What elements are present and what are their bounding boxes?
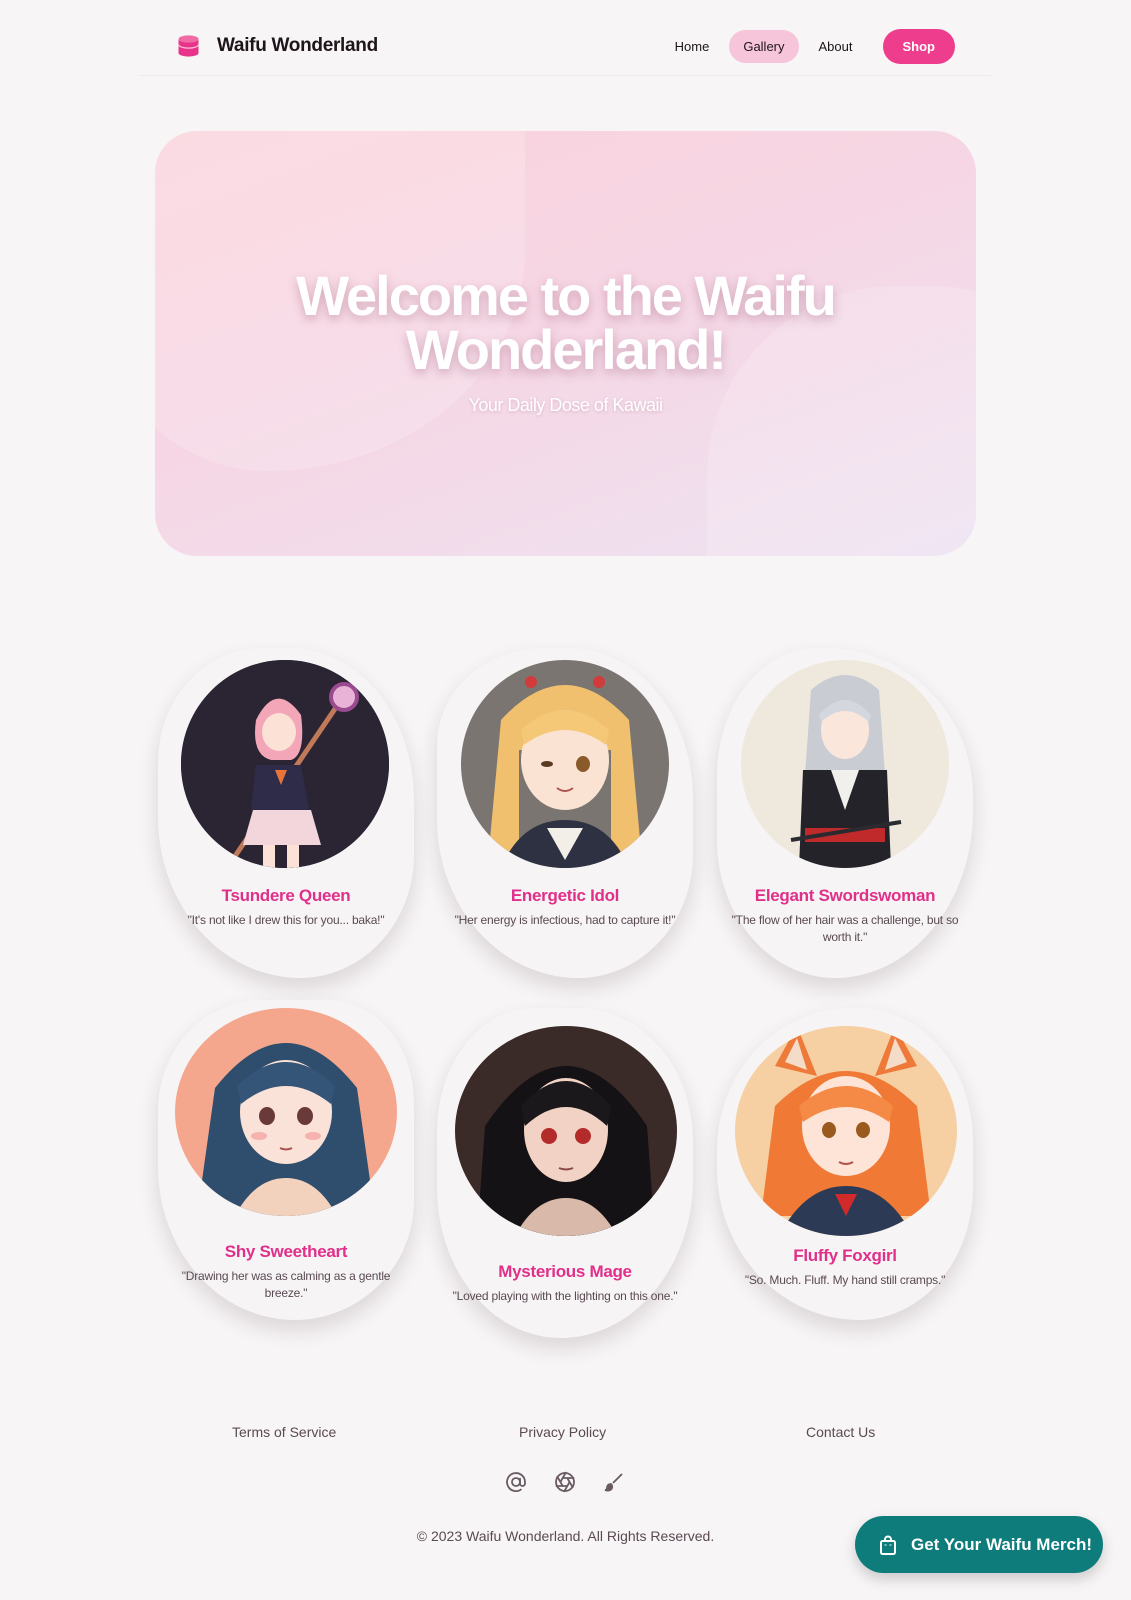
nav-gallery[interactable]: Gallery xyxy=(729,30,799,63)
character-quote: "So. Much. Fluff. My hand still cramps." xyxy=(744,1273,946,1287)
merch-button[interactable]: Get Your Waifu Merch! xyxy=(855,1516,1103,1573)
character-quote: "The flow of her hair was a challenge, b… xyxy=(731,913,959,944)
gallery-card[interactable]: Shy Sweetheart "Drawing her was as calmi… xyxy=(158,1000,414,1320)
character-quote: "Drawing her was as calming as a gentle … xyxy=(181,1269,391,1300)
footer-link-contact[interactable]: Contact Us xyxy=(806,1424,875,1440)
gallery-card[interactable]: Mysterious Mage "Loved playing with the … xyxy=(437,1008,693,1338)
main-nav: Home Gallery About Shop xyxy=(655,29,955,64)
character-name: Energetic Idol xyxy=(510,886,620,905)
shop-button[interactable]: Shop xyxy=(882,29,955,64)
character-quote: "It's not like I drew this for you... ba… xyxy=(187,913,385,927)
character-name: Mysterious Mage xyxy=(498,1262,632,1281)
character-image xyxy=(175,1008,397,1216)
footer-link-privacy[interactable]: Privacy Policy xyxy=(519,1424,606,1440)
gallery-card[interactable]: Energetic Idol "Her energy is infectious… xyxy=(437,648,693,978)
hero-subtitle: Your Daily Dose of Kawaii xyxy=(468,395,663,415)
hero-title: Welcome to the Waifu Wonderland! xyxy=(155,264,976,381)
brush-icon[interactable] xyxy=(602,1470,626,1494)
character-image xyxy=(181,660,389,868)
character-quote: "Loved playing with the lighting on this… xyxy=(452,1289,678,1303)
character-quote: "Her energy is infectious, had to captur… xyxy=(454,913,676,927)
footer-link-terms[interactable]: Terms of Service xyxy=(232,1424,336,1440)
gallery-card[interactable]: Fluffy Foxgirl "So. Much. Fluff. My hand… xyxy=(717,1008,973,1320)
character-name: Shy Sweetheart xyxy=(224,1242,348,1261)
merch-button-label: Get Your Waifu Merch! xyxy=(911,1534,1093,1554)
gallery-card[interactable]: Elegant Swordswoman "The flow of her hai… xyxy=(717,648,973,978)
logo[interactable]: Waifu Wonderland xyxy=(178,35,378,57)
nav-home[interactable]: Home xyxy=(661,30,724,63)
character-image xyxy=(461,660,669,868)
database-icon xyxy=(178,35,199,57)
shopping-bag-icon xyxy=(879,1535,897,1555)
aperture-icon[interactable] xyxy=(553,1470,577,1494)
nav-about[interactable]: About xyxy=(805,30,867,63)
character-image xyxy=(735,1026,957,1236)
site-title: Waifu Wonderland xyxy=(217,35,378,56)
character-name: Fluffy Foxgirl xyxy=(793,1246,897,1265)
site-header: Waifu Wonderland Home Gallery About Shop xyxy=(140,0,991,76)
character-name: Elegant Swordswoman xyxy=(754,886,936,905)
hero-banner: Welcome to the Waifu Wonderland! Your Da… xyxy=(155,131,976,556)
hero-title-line: Wonderland! xyxy=(405,318,727,381)
gallery-card[interactable]: Tsundere Queen "It's not like I drew thi… xyxy=(158,648,414,978)
at-sign-icon[interactable] xyxy=(504,1470,528,1494)
character-name: Tsundere Queen xyxy=(221,886,351,905)
hero-title-line: Welcome to the Waifu xyxy=(296,264,837,327)
character-image xyxy=(455,1026,677,1236)
character-image xyxy=(741,660,949,868)
